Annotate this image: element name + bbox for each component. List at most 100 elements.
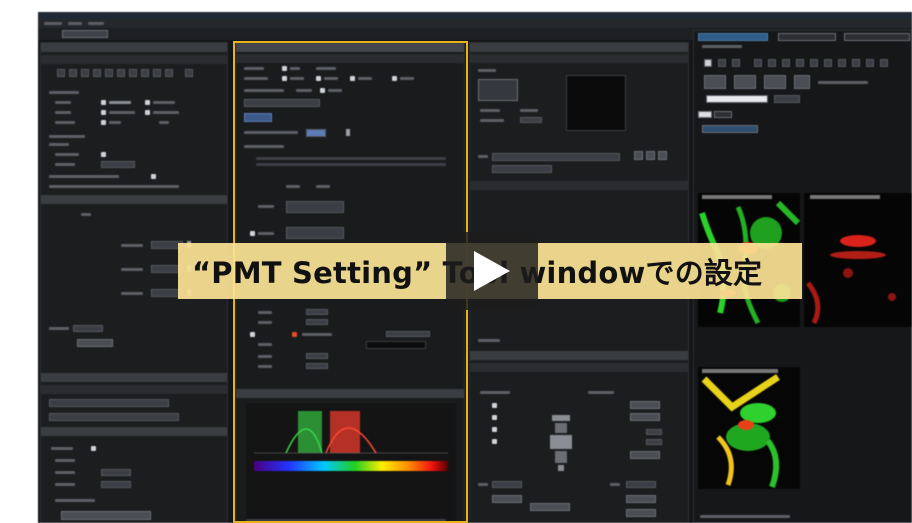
channel-field[interactable] bbox=[286, 201, 344, 213]
setting-button[interactable] bbox=[492, 495, 522, 503]
menu-item[interactable] bbox=[88, 22, 104, 25]
tool-icon[interactable] bbox=[185, 69, 193, 77]
viewer-button[interactable] bbox=[794, 75, 810, 89]
tool-icon[interactable] bbox=[165, 69, 173, 77]
viewer-tool-icon[interactable] bbox=[838, 59, 846, 67]
viewer-tool-icon[interactable] bbox=[768, 59, 776, 67]
radio-option[interactable] bbox=[492, 415, 497, 420]
time-field[interactable] bbox=[101, 469, 131, 476]
viewer-tool-icon[interactable] bbox=[810, 59, 818, 67]
dark-value-field[interactable] bbox=[366, 341, 426, 349]
viewer-tab[interactable] bbox=[778, 33, 836, 41]
param-field[interactable] bbox=[306, 363, 328, 369]
viewer-tool-icon[interactable] bbox=[754, 59, 762, 67]
setting-button[interactable] bbox=[626, 495, 656, 503]
viewer-tool-icon[interactable] bbox=[796, 59, 804, 67]
radio-option[interactable] bbox=[316, 76, 321, 81]
viewer-tab[interactable] bbox=[714, 111, 732, 118]
profile-dropdown[interactable] bbox=[492, 153, 620, 161]
radio-option[interactable] bbox=[492, 439, 497, 444]
tool-icon[interactable] bbox=[69, 69, 77, 77]
dropdown[interactable] bbox=[101, 161, 135, 168]
checkbox[interactable] bbox=[250, 332, 255, 337]
checkbox[interactable] bbox=[91, 446, 96, 451]
dropdown[interactable] bbox=[492, 481, 522, 488]
viewer-button[interactable] bbox=[704, 75, 726, 89]
viewer-tool-icon[interactable] bbox=[718, 59, 726, 67]
dropdown[interactable] bbox=[49, 399, 169, 407]
viewer-tool-icon[interactable] bbox=[824, 59, 832, 67]
tool-icon[interactable] bbox=[117, 69, 125, 77]
radio-option[interactable] bbox=[492, 403, 497, 408]
spin-icon[interactable] bbox=[346, 129, 350, 136]
viewer-tool-icon[interactable] bbox=[732, 59, 740, 67]
play-button[interactable] bbox=[446, 232, 538, 310]
viewer-tab-active[interactable] bbox=[698, 33, 768, 41]
viewer-dropdown[interactable] bbox=[774, 95, 800, 103]
viewer-tool-icon[interactable] bbox=[852, 59, 860, 67]
radio-option[interactable] bbox=[101, 120, 106, 125]
viewer-tool-icon[interactable] bbox=[866, 59, 874, 67]
viewer-dropdown[interactable] bbox=[706, 95, 768, 103]
value-field[interactable] bbox=[646, 429, 662, 435]
setting-button[interactable] bbox=[626, 509, 656, 517]
checkbox[interactable] bbox=[101, 152, 106, 157]
viewer-button[interactable] bbox=[764, 75, 786, 89]
param-field[interactable] bbox=[386, 331, 430, 337]
tool-icon[interactable] bbox=[93, 69, 101, 77]
channel-field[interactable] bbox=[286, 227, 344, 239]
param-field[interactable] bbox=[306, 353, 328, 359]
viewer-tool-icon[interactable] bbox=[880, 59, 888, 67]
settings-icon[interactable] bbox=[658, 151, 667, 160]
value-field[interactable] bbox=[520, 117, 542, 123]
scrollbar[interactable] bbox=[246, 519, 446, 523]
dropdown[interactable] bbox=[49, 413, 179, 421]
radio-option[interactable] bbox=[320, 88, 325, 93]
tool-icon[interactable] bbox=[141, 69, 149, 77]
value-field[interactable] bbox=[306, 129, 326, 137]
checkbox[interactable] bbox=[282, 66, 287, 71]
viewer-button[interactable] bbox=[734, 75, 756, 89]
apply-button[interactable] bbox=[244, 113, 272, 122]
viewer-tool-icon[interactable] bbox=[704, 59, 712, 67]
folder-icon[interactable] bbox=[646, 151, 655, 160]
radio-option[interactable] bbox=[101, 110, 106, 115]
radio-option[interactable] bbox=[145, 100, 150, 105]
tool-icon[interactable] bbox=[129, 69, 137, 77]
profile-dropdown[interactable] bbox=[244, 99, 320, 107]
setting-button[interactable] bbox=[630, 413, 660, 421]
dropdown[interactable] bbox=[626, 481, 656, 488]
menu-item[interactable] bbox=[68, 22, 82, 25]
param-field[interactable] bbox=[306, 309, 328, 315]
stage-button[interactable] bbox=[77, 339, 113, 347]
viewer-tab[interactable] bbox=[698, 111, 712, 118]
setting-button[interactable] bbox=[530, 503, 570, 511]
start-button[interactable] bbox=[61, 511, 151, 520]
param-field[interactable] bbox=[306, 319, 328, 325]
radio-option[interactable] bbox=[145, 110, 150, 115]
checkbox[interactable] bbox=[250, 231, 255, 236]
tool-icon[interactable] bbox=[81, 69, 89, 77]
menu-item[interactable] bbox=[44, 22, 62, 25]
save-icon[interactable] bbox=[634, 151, 643, 160]
profile-field[interactable] bbox=[492, 165, 552, 173]
image-list-item[interactable] bbox=[702, 125, 758, 133]
acquire-button[interactable] bbox=[478, 79, 518, 101]
tool-icon[interactable] bbox=[57, 69, 65, 77]
setting-button[interactable] bbox=[630, 451, 660, 459]
radio-option[interactable] bbox=[492, 427, 497, 432]
toolbar-tab-button[interactable] bbox=[62, 30, 108, 38]
tool-icon[interactable] bbox=[105, 69, 113, 77]
viewer-tab[interactable] bbox=[844, 33, 910, 41]
setting-button[interactable] bbox=[630, 401, 660, 409]
value-field[interactable] bbox=[646, 439, 662, 445]
radio-option[interactable] bbox=[392, 76, 397, 81]
checkbox[interactable] bbox=[151, 174, 156, 179]
viewer-tool-icon[interactable] bbox=[782, 59, 790, 67]
radio-option[interactable] bbox=[282, 76, 287, 81]
radio-option[interactable] bbox=[350, 76, 355, 81]
checkbox[interactable] bbox=[292, 332, 297, 337]
time-field[interactable] bbox=[101, 481, 131, 488]
radio-option[interactable] bbox=[101, 100, 106, 105]
tool-icon[interactable] bbox=[153, 69, 161, 77]
